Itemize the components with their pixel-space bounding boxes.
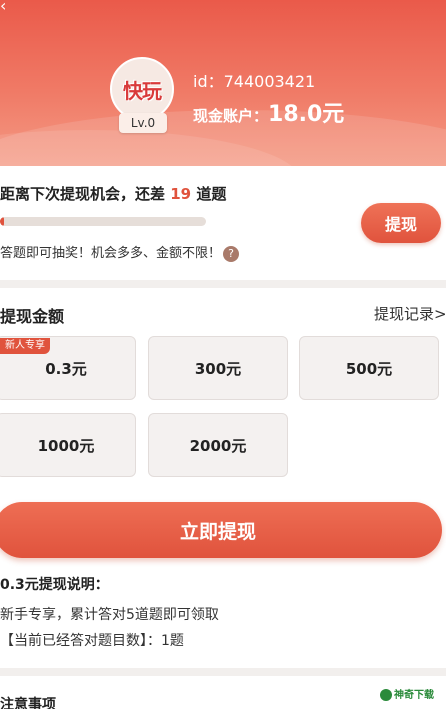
balance-label: 现金账户： [193,107,269,125]
amount-option-300[interactable]: 300元 [148,336,288,400]
user-id: id：744003421 [193,72,316,91]
cash-balance: 现金账户：18.0元 [193,96,344,128]
explain-line: 【当前已经答对题目数】：1题 [0,633,184,649]
amount-option-2000[interactable]: 2000元 [148,413,288,477]
section-divider [0,668,446,676]
withdraw-now-button[interactable]: 立即提现 [0,502,442,558]
amount-option-1000[interactable]: 1000元 [0,413,136,477]
withdraw-button[interactable]: 提现 [361,203,441,243]
level-badge: Lv.0 [119,113,167,133]
withdraw-record-link[interactable]: 提现记录> [374,303,446,324]
next-prefix: 距离下次提现机会，还差 [0,185,166,203]
hint-text: 答题即可抽奖！机会多多、金额不限！ [0,246,222,261]
profile-header: ‹ 快玩 Lv.0 id：744003421 现金账户：18.0元 [0,0,446,166]
avatar: 快玩 [110,57,174,121]
amount-title: 提现金额 [0,307,65,326]
amount-option-500[interactable]: 500元 [299,336,439,400]
balance-amount: 18.0元 [268,102,345,127]
newcomer-badge: 新人专享 [0,338,50,354]
watermark-text: 神奇下载 [394,690,434,701]
back-icon[interactable]: ‹ [0,0,6,15]
notice-title: 注意事项 [0,697,56,709]
progress-bar [0,217,206,226]
progress-fill [0,217,5,226]
watermark: 神奇下载 [380,686,434,701]
lottery-hint: 答题即可抽奖！机会多多、金额不限！? [0,242,240,262]
section-divider [0,280,446,288]
explain-line: 新手专享，累计答对5道题即可领取 [0,607,219,623]
explain-title: 0.3元提现说明： [0,577,109,593]
remaining-count: 19 [170,185,192,203]
help-icon[interactable]: ? [223,245,240,262]
next-withdraw-text: 距离下次提现机会，还差 19 道题 [0,183,226,204]
watermark-icon [380,689,392,701]
next-suffix: 道题 [196,185,227,203]
avatar-logo: 快玩 [123,78,162,103]
progress-card: 距离下次提现机会，还差 19 道题 答题即可抽奖！机会多多、金额不限！? 提现 [0,166,446,280]
